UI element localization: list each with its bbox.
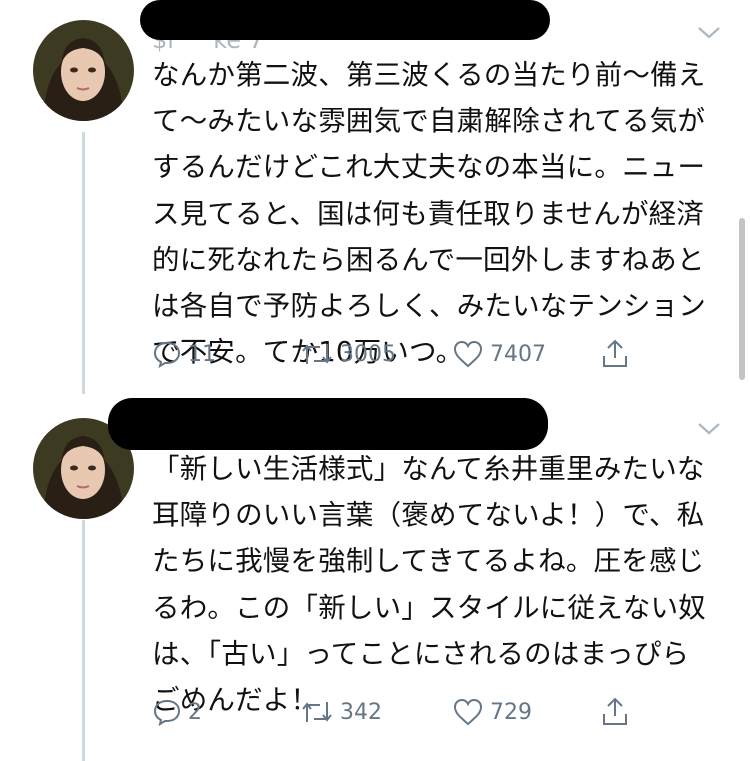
- share-icon: [603, 339, 627, 367]
- tweet-text-line: ス見てると、国は何も責任取りませんが経済: [152, 197, 705, 230]
- tweet-text: 「新しい生活様式」なんて糸井重里みたいな 耳障りのいい言葉（褒めてないよ！）で、…: [152, 446, 722, 723]
- share-button[interactable]: [600, 692, 636, 732]
- tweet-text-line: たちに我慢を強制してきてるよね。圧を感じ: [152, 545, 705, 578]
- chevron-down-icon[interactable]: [694, 22, 724, 44]
- retweet-button[interactable]: 342: [300, 692, 382, 732]
- retweet-button[interactable]: 3005: [300, 334, 396, 374]
- tweet-text-line: るわ。この「新しい」スタイルに従えない奴: [152, 591, 706, 624]
- redaction-mark: [108, 398, 548, 450]
- tweet-1[interactable]: $l ke 7 なんか第二波、第三波くるの当たり前〜備え て〜みたいな雰囲気で自…: [0, 0, 750, 400]
- reply-button[interactable]: 2: [152, 692, 202, 732]
- heart-icon: [453, 698, 483, 726]
- like-count: 7407: [490, 341, 546, 367]
- redaction-mark: [140, 0, 550, 40]
- like-button[interactable]: 7407: [452, 334, 546, 374]
- tweet-text-line: は、「古い」ってことにされるのはまっぴら: [152, 637, 690, 670]
- tweet-text-line: は各自で予防よろしく、みたいなテンション: [152, 290, 706, 323]
- retweet-count: 3005: [340, 341, 396, 367]
- retweet-icon: [302, 344, 332, 364]
- reply-icon: [153, 699, 181, 727]
- retweet-count: 342: [340, 699, 382, 725]
- like-button[interactable]: 729: [452, 692, 532, 732]
- tweet-text-line: 的に死なれたら困るんで一回外しますねあと: [152, 243, 705, 276]
- reply-count: 11: [188, 341, 216, 367]
- reply-icon: [153, 341, 181, 369]
- reply-button[interactable]: 11: [152, 334, 216, 374]
- tweet-text-line: 「新しい生活様式」なんて糸井重里みたいな: [152, 453, 705, 485]
- tweet-actions: 2 342 729: [152, 692, 652, 732]
- tweet-text-line: なんか第二波、第三波くるの当たり前〜備え: [152, 59, 706, 91]
- heart-icon: [453, 340, 483, 368]
- share-icon: [603, 697, 627, 725]
- reply-count: 2: [188, 699, 202, 725]
- tweet-text-line: するんだけどこれ大丈夫なの本当に。ニュー: [152, 151, 706, 184]
- avatar[interactable]: [33, 20, 134, 121]
- tweet-2[interactable]: $ 「新しい生活様式」なんて糸井重里みたいな 耳障りのいい言葉（褒めてないよ！）…: [0, 398, 750, 761]
- tweet-text-line: 耳障りのいい言葉（褒めてないよ！）で、私: [152, 499, 705, 532]
- chevron-down-icon[interactable]: [694, 418, 724, 440]
- retweet-icon: [302, 702, 332, 722]
- tweet-actions: 11 3005 7407: [152, 334, 652, 374]
- tweet-text-line: て〜みたいな雰囲気で自粛解除されてる気が: [152, 105, 706, 138]
- share-button[interactable]: [600, 334, 636, 374]
- like-count: 729: [490, 699, 532, 725]
- tweet-text: なんか第二波、第三波くるの当たり前〜備え て〜みたいな雰囲気で自粛解除されてる気…: [152, 52, 722, 375]
